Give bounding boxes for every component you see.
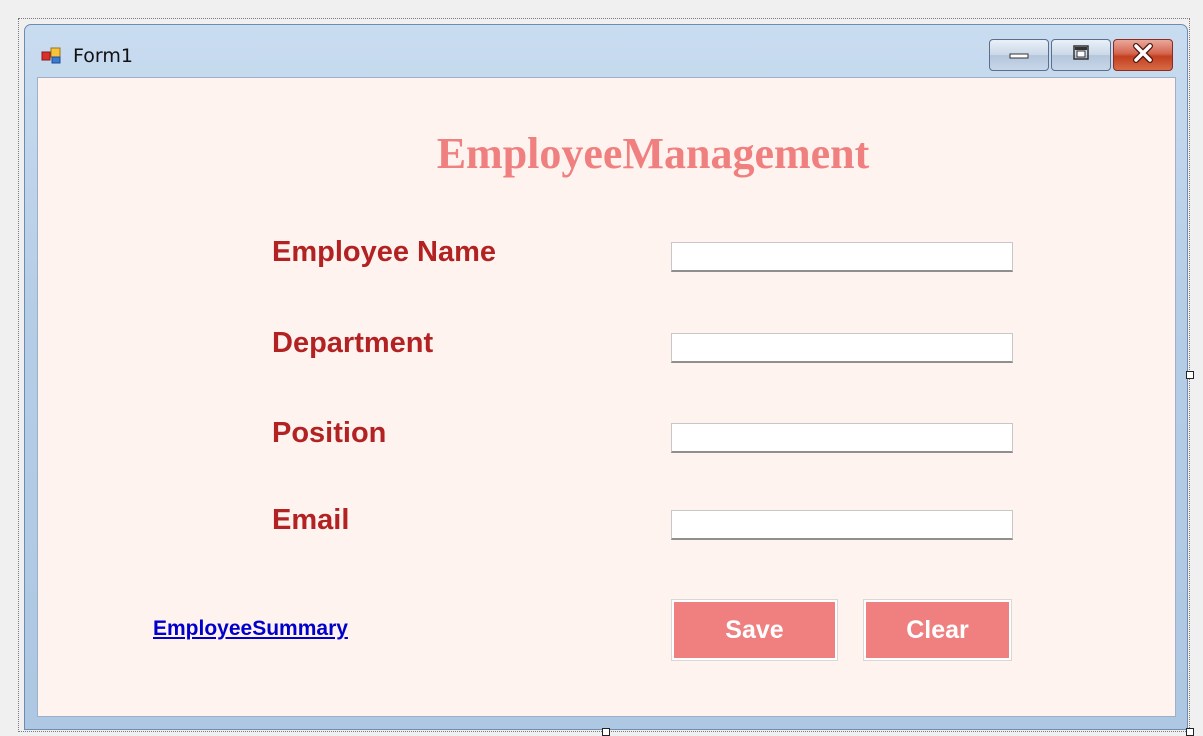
- email-input[interactable]: [671, 510, 1013, 540]
- email-label: Email: [272, 504, 350, 536]
- employee-name-label: Employee Name: [272, 236, 497, 268]
- form-client-area: EmployeeManagement Employee Name Departm…: [37, 77, 1176, 717]
- app-form-icon[interactable]: [41, 45, 61, 65]
- maximize-button[interactable]: [1051, 39, 1111, 71]
- department-label: Department: [272, 327, 434, 359]
- department-input[interactable]: [671, 333, 1013, 363]
- position-label: Position: [272, 417, 387, 449]
- designer-surface: Form1 EmployeeManagement Employee Name D…: [0, 0, 1203, 736]
- position-input[interactable]: [671, 423, 1013, 453]
- page-title: EmployeeManagement: [436, 129, 870, 178]
- employee-name-input[interactable]: [671, 242, 1013, 272]
- window-title: Form1: [73, 45, 133, 67]
- title-bar[interactable]: Form1: [25, 25, 1187, 77]
- close-button[interactable]: [1113, 39, 1173, 71]
- close-icon: [1131, 42, 1155, 68]
- clear-button[interactable]: Clear: [863, 599, 1012, 661]
- minimize-icon: [1008, 46, 1030, 65]
- maximize-icon: [1070, 44, 1092, 67]
- save-button[interactable]: Save: [671, 599, 838, 661]
- minimize-button[interactable]: [989, 39, 1049, 71]
- resize-handle-right[interactable]: [1186, 371, 1194, 379]
- resize-handle-corner[interactable]: [1186, 728, 1194, 736]
- form-window: Form1 EmployeeManagement Employee Name D…: [24, 24, 1188, 730]
- resize-handle-bottom[interactable]: [602, 728, 610, 736]
- employee-summary-link[interactable]: EmployeeSummary: [153, 617, 348, 641]
